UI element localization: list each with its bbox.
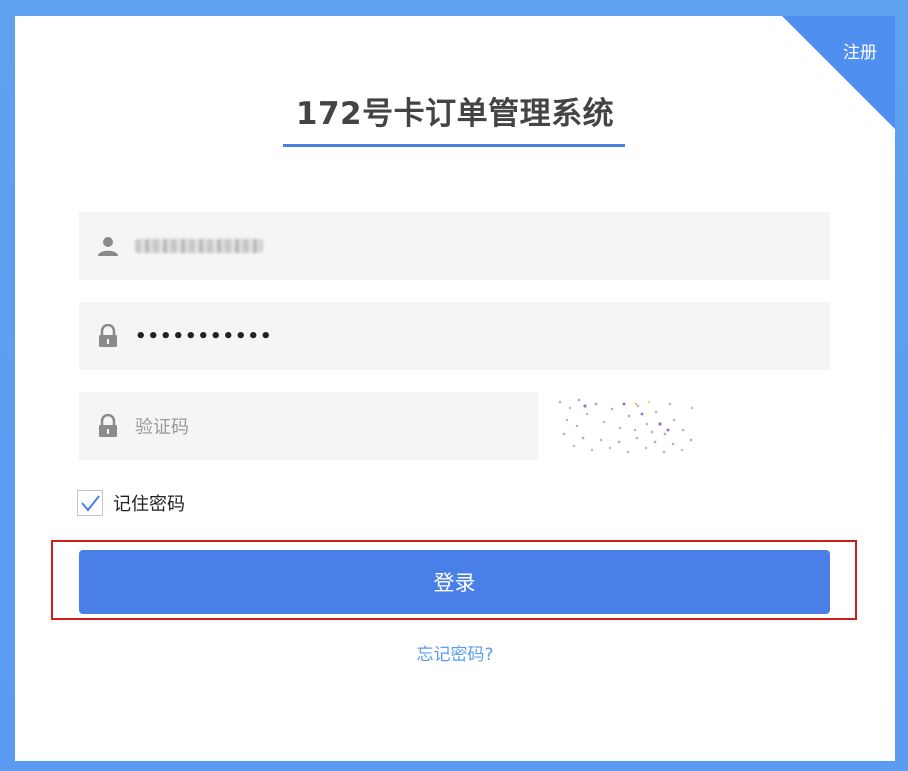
- username-value: [135, 239, 263, 253]
- title-underline: [283, 144, 625, 147]
- lock-icon: [95, 413, 121, 439]
- register-link[interactable]: 注册: [843, 38, 877, 63]
- remember-checkbox[interactable]: [77, 490, 103, 516]
- user-icon: [95, 233, 121, 259]
- captcha-field[interactable]: 验证码: [79, 392, 538, 460]
- password-value: •••••••••••: [135, 325, 273, 347]
- captcha-placeholder: 验证码: [135, 417, 189, 438]
- forgot-password-link[interactable]: 忘记密码?: [15, 640, 895, 665]
- login-card: 注册 172号卡订单管理系统 ••••••••••• 验证码 记住密码 登录 忘…: [15, 16, 895, 761]
- check-icon: [81, 495, 100, 512]
- remember-label: 记住密码: [113, 494, 185, 515]
- page-title: 172号卡订单管理系统: [295, 96, 615, 132]
- lock-icon: [95, 323, 121, 349]
- login-button[interactable]: 登录: [79, 550, 830, 614]
- captcha-image[interactable]: [552, 394, 700, 456]
- password-field[interactable]: •••••••••••: [79, 302, 830, 370]
- remember-password[interactable]: 记住密码: [77, 490, 185, 516]
- username-field[interactable]: [79, 212, 830, 280]
